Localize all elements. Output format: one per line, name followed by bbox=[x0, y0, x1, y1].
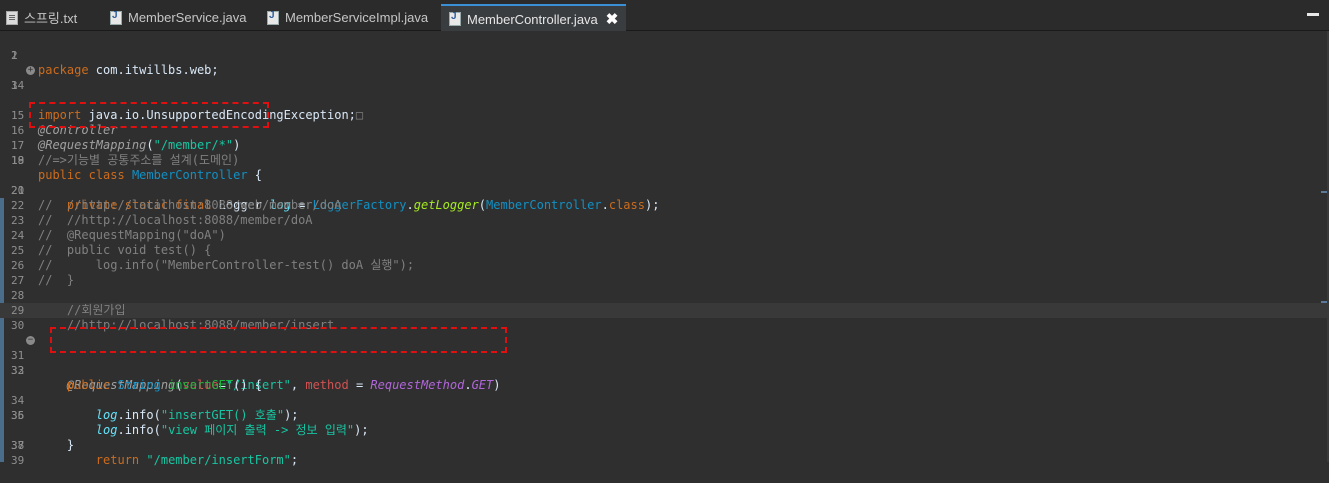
tab-label: MemberServiceImpl.java bbox=[285, 10, 429, 25]
code-line: 16 @RequestMapping("/member/*") bbox=[11, 124, 241, 152]
collapse-fold-icon[interactable]: − bbox=[26, 336, 35, 345]
code-line: 35 log.info("view 페이지 출력 -> 정보 입력"); bbox=[11, 409, 369, 437]
code-line: 14 bbox=[11, 79, 25, 92]
code-line: 27// } bbox=[11, 273, 75, 287]
code-line: 30 //http://localhost:8088/member/insert bbox=[11, 318, 335, 332]
code-line: 38 } bbox=[11, 438, 75, 452]
overview-marker[interactable] bbox=[1321, 191, 1327, 193]
code-line: 37 return "/member/insertForm"; bbox=[11, 439, 299, 467]
code-line: 21 bbox=[11, 184, 25, 197]
code-line: 28 bbox=[11, 289, 25, 302]
tab-label: MemberController.java bbox=[467, 11, 598, 27]
code-editor[interactable]: 1 package com.itwillbs.web; 2 3 + import… bbox=[0, 31, 1329, 467]
code-line: 26// log.info("MemberController-test() d… bbox=[11, 258, 415, 272]
code-line: 17 //=>기능별 공통주소를 설계(도메인) bbox=[11, 139, 240, 167]
code-line: 32 public String insertGET() { bbox=[11, 364, 263, 392]
code-line: 18 public class MemberController { bbox=[11, 154, 262, 182]
overview-marker[interactable] bbox=[1321, 301, 1327, 303]
java-file-icon bbox=[267, 10, 279, 25]
code-line: 36 bbox=[11, 409, 25, 422]
tab-label: 스프링.txt bbox=[24, 11, 78, 26]
code-line: 22// //http://localhost:8088/web/member/… bbox=[11, 198, 342, 212]
code-line: 23// //http://localhost:8088/member/doA bbox=[11, 213, 313, 227]
code-line: 31 − @RequestMapping(value="/insert", me… bbox=[11, 335, 501, 393]
code-line: 3 + import java.io.UnsupportedEncodingEx… bbox=[11, 65, 364, 123]
code-line: 25// public void test() { bbox=[11, 243, 212, 257]
close-icon[interactable]: ✖ bbox=[606, 10, 619, 28]
tab-label: MemberService.java bbox=[128, 10, 247, 25]
tab-spring-txt[interactable]: 스프링.txt bbox=[6, 5, 77, 30]
java-file-icon bbox=[110, 10, 122, 25]
code-line-current: 29 //회원가입 bbox=[0, 303, 1329, 318]
code-line: 33 bbox=[11, 364, 25, 377]
editor-tab-bar: 스프링.txt MemberService.java MemberService… bbox=[0, 0, 1329, 32]
code-line: 15 @Controller bbox=[11, 109, 118, 137]
code-line: 39 bbox=[11, 454, 25, 467]
code-line: 20 private static final Logger log = Log… bbox=[11, 184, 660, 212]
code-line: 2 bbox=[11, 49, 18, 62]
code-line: 19 bbox=[11, 154, 25, 167]
code-line: 24// @RequestMapping("doA") bbox=[11, 228, 226, 242]
code-line: 34 log.info("insertGET() 호출"); bbox=[11, 394, 299, 422]
text-file-icon bbox=[6, 10, 18, 25]
tab-memberserviceimpl[interactable]: MemberServiceImpl.java bbox=[267, 5, 428, 30]
minimize-icon[interactable] bbox=[1307, 13, 1319, 16]
tab-membercontroller[interactable]: MemberController.java ✖ bbox=[441, 4, 627, 32]
expand-fold-icon[interactable]: + bbox=[26, 66, 35, 75]
java-file-icon bbox=[449, 11, 461, 26]
code-line: 1 package com.itwillbs.web; bbox=[11, 49, 219, 77]
tab-memberservice[interactable]: MemberService.java bbox=[110, 5, 247, 30]
